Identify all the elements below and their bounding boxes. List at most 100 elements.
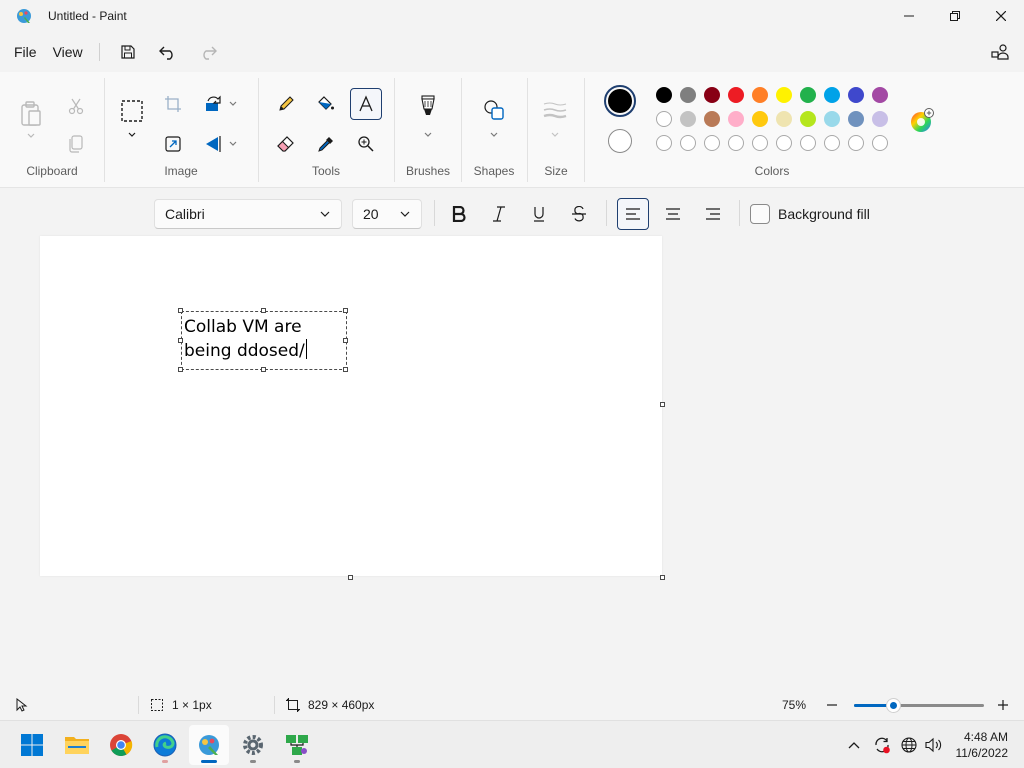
brushes-dropdown[interactable] bbox=[423, 130, 433, 140]
primary-color-swatch[interactable] bbox=[604, 85, 636, 117]
start-button[interactable] bbox=[12, 725, 52, 765]
brushes-button[interactable] bbox=[412, 92, 444, 124]
text-box-handle[interactable] bbox=[261, 367, 266, 372]
palette-color-swatch[interactable] bbox=[776, 111, 792, 127]
custom-color-slot[interactable] bbox=[680, 135, 696, 151]
size-dropdown[interactable] bbox=[550, 130, 560, 140]
palette-color-swatch[interactable] bbox=[656, 111, 672, 127]
network-status-button[interactable] bbox=[896, 737, 922, 753]
text-button[interactable] bbox=[350, 88, 382, 120]
chrome-button[interactable] bbox=[101, 725, 141, 765]
taskbar-clock[interactable]: 4:48 AM 11/6/2022 bbox=[956, 729, 1009, 761]
file-menu[interactable]: File bbox=[6, 36, 45, 68]
palette-color-swatch[interactable] bbox=[872, 111, 888, 127]
canvas-resize-handle-bottom[interactable] bbox=[348, 575, 353, 580]
bold-button[interactable] bbox=[443, 198, 475, 230]
font-family-dropdown[interactable]: Calibri bbox=[154, 199, 342, 229]
paint-taskbar-button[interactable] bbox=[189, 725, 229, 765]
redo-button[interactable] bbox=[188, 36, 228, 68]
eraser-button[interactable] bbox=[270, 128, 302, 160]
palette-color-swatch[interactable] bbox=[704, 111, 720, 127]
cut-button[interactable] bbox=[60, 90, 92, 122]
text-box-handle[interactable] bbox=[343, 367, 348, 372]
palette-color-swatch[interactable] bbox=[752, 87, 768, 103]
text-input-box[interactable]: Collab VM are being ddosed/ bbox=[181, 311, 347, 370]
custom-color-slot[interactable] bbox=[824, 135, 840, 151]
palette-color-swatch[interactable] bbox=[656, 87, 672, 103]
palette-color-swatch[interactable] bbox=[872, 87, 888, 103]
paste-dropdown[interactable] bbox=[26, 131, 36, 141]
size-button[interactable] bbox=[539, 94, 571, 126]
save-button[interactable] bbox=[108, 36, 148, 68]
shapes-dropdown[interactable] bbox=[489, 130, 499, 140]
text-box-handle[interactable] bbox=[178, 338, 183, 343]
palette-color-swatch[interactable] bbox=[848, 111, 864, 127]
palette-color-swatch[interactable] bbox=[800, 87, 816, 103]
palette-color-swatch[interactable] bbox=[776, 87, 792, 103]
palette-color-swatch[interactable] bbox=[728, 111, 744, 127]
zoom-level[interactable]: 75% bbox=[782, 692, 806, 718]
edit-colors-button[interactable] bbox=[909, 108, 935, 134]
palette-color-swatch[interactable] bbox=[848, 87, 864, 103]
network-tool-button[interactable] bbox=[277, 725, 317, 765]
zoom-out-button[interactable] bbox=[826, 692, 838, 718]
edge-button[interactable] bbox=[145, 725, 185, 765]
background-fill-checkbox[interactable] bbox=[750, 204, 770, 224]
update-status-button[interactable] bbox=[868, 736, 896, 754]
palette-color-swatch[interactable] bbox=[728, 87, 744, 103]
font-size-dropdown[interactable]: 20 bbox=[352, 199, 422, 229]
text-box-handle[interactable] bbox=[178, 308, 183, 313]
text-box-handle[interactable] bbox=[343, 308, 348, 313]
custom-color-slot[interactable] bbox=[704, 135, 720, 151]
custom-color-slot[interactable] bbox=[848, 135, 864, 151]
maximize-button[interactable] bbox=[932, 0, 978, 32]
text-box-handle[interactable] bbox=[178, 367, 183, 372]
close-button[interactable] bbox=[978, 0, 1024, 32]
settings-button[interactable] bbox=[233, 725, 273, 765]
paste-button[interactable] bbox=[16, 94, 46, 134]
palette-color-swatch[interactable] bbox=[824, 87, 840, 103]
palette-color-swatch[interactable] bbox=[824, 111, 840, 127]
canvas-resize-handle-corner[interactable] bbox=[660, 575, 665, 580]
align-left-button[interactable] bbox=[617, 198, 649, 230]
color-picker-button[interactable] bbox=[310, 128, 342, 160]
copy-button[interactable] bbox=[60, 128, 92, 160]
italic-button[interactable] bbox=[483, 198, 515, 230]
rotate-dropdown[interactable] bbox=[228, 99, 238, 109]
crop-button[interactable] bbox=[157, 88, 189, 120]
view-menu[interactable]: View bbox=[45, 36, 91, 68]
custom-color-slot[interactable] bbox=[776, 135, 792, 151]
resize-button[interactable] bbox=[157, 128, 189, 160]
palette-color-swatch[interactable] bbox=[800, 111, 816, 127]
zoom-slider-thumb[interactable] bbox=[886, 699, 900, 712]
custom-color-slot[interactable] bbox=[752, 135, 768, 151]
palette-color-swatch[interactable] bbox=[704, 87, 720, 103]
custom-color-slot[interactable] bbox=[872, 135, 888, 151]
palette-color-swatch[interactable] bbox=[680, 87, 696, 103]
align-right-button[interactable] bbox=[697, 198, 729, 230]
volume-button[interactable] bbox=[922, 737, 946, 753]
flip-dropdown[interactable] bbox=[228, 139, 238, 149]
magnifier-button[interactable] bbox=[350, 128, 382, 160]
shapes-button[interactable] bbox=[478, 94, 510, 126]
custom-color-slot[interactable] bbox=[656, 135, 672, 151]
secondary-color-swatch[interactable] bbox=[608, 129, 632, 153]
text-box-handle[interactable] bbox=[261, 308, 266, 313]
drawing-canvas[interactable] bbox=[40, 236, 662, 576]
file-explorer-button[interactable] bbox=[57, 725, 97, 765]
underline-button[interactable] bbox=[523, 198, 555, 230]
show-hidden-icons-button[interactable] bbox=[844, 741, 864, 749]
account-button[interactable] bbox=[984, 36, 1016, 68]
rotate-button[interactable] bbox=[197, 88, 229, 120]
zoom-in-button[interactable] bbox=[997, 692, 1009, 718]
custom-color-slot[interactable] bbox=[800, 135, 816, 151]
align-center-button[interactable] bbox=[657, 198, 689, 230]
strikethrough-button[interactable] bbox=[563, 198, 595, 230]
custom-color-slot[interactable] bbox=[728, 135, 744, 151]
text-box-handle[interactable] bbox=[343, 338, 348, 343]
minimize-button[interactable] bbox=[886, 0, 932, 32]
undo-button[interactable] bbox=[148, 36, 188, 68]
flip-button[interactable] bbox=[197, 128, 229, 160]
pencil-button[interactable] bbox=[270, 88, 302, 120]
canvas-resize-handle-right[interactable] bbox=[660, 402, 665, 407]
